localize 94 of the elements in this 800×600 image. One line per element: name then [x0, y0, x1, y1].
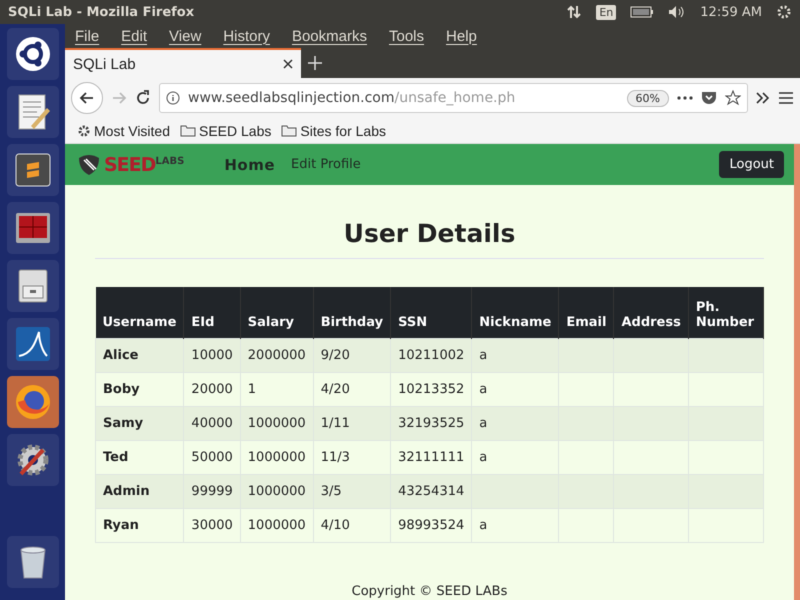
menu-item[interactable]: Tools [388, 28, 424, 44]
battery-icon [630, 6, 654, 18]
menu-icon[interactable] [778, 91, 794, 105]
nav-link[interactable]: Edit Profile [291, 157, 361, 172]
menu-item[interactable]: Help [446, 28, 477, 44]
table-cell: 50000 [184, 440, 240, 474]
column-header: Email [558, 287, 614, 338]
more-dots-icon[interactable] [677, 96, 693, 100]
table-cell: 20000 [184, 372, 240, 406]
launcher-item[interactable] [6, 28, 58, 80]
table-cell: 1000000 [240, 406, 314, 440]
menu-item[interactable]: History [223, 28, 270, 44]
launcher-item[interactable] [6, 202, 58, 254]
table-cell: 32193525 [390, 406, 472, 440]
table-cell: Boby [96, 372, 184, 406]
table-cell: 4/20 [313, 372, 391, 406]
table-cell: Samy [96, 406, 184, 440]
keyboard-layout-indicator[interactable]: En [596, 4, 616, 20]
menu-item[interactable]: Edit [121, 28, 148, 44]
table-cell: 32111111 [390, 440, 472, 474]
url-path: /unsafe_home.ph [394, 90, 516, 106]
close-icon[interactable] [283, 59, 293, 69]
launcher-item[interactable] [6, 144, 58, 196]
back-button[interactable] [71, 82, 103, 114]
bookmark-item[interactable]: Sites for Labs [281, 122, 386, 138]
nav-link[interactable]: Home [224, 156, 276, 174]
table-cell: 9/20 [313, 338, 391, 372]
table-cell: 10211002 [390, 338, 472, 372]
table-cell: 1/11 [313, 406, 391, 440]
table-cell: 2000000 [240, 338, 314, 372]
back-arrow-icon [79, 90, 95, 106]
table-cell: 98993524 [390, 508, 472, 542]
table-cell: 1000000 [240, 474, 314, 508]
table-cell: 3/5 [313, 474, 391, 508]
bookmark-item[interactable]: SEED Labs [180, 122, 272, 138]
table-cell: 10000 [184, 338, 240, 372]
column-header: Nickname [472, 287, 559, 338]
logout-button[interactable]: Logout [719, 151, 784, 178]
table-cell: a [472, 406, 559, 440]
table-cell: 10213352 [390, 372, 472, 406]
table-cell: 30000 [184, 508, 240, 542]
gear-icon [77, 124, 91, 138]
overflow-chevron-icon[interactable] [756, 92, 770, 104]
folder-icon [180, 124, 196, 137]
table-cell: 40000 [184, 406, 240, 440]
table-cell: a [472, 440, 559, 474]
table-cell: 4/10 [313, 508, 391, 542]
column-header: Ph. Number [688, 287, 764, 338]
table-cell: a [472, 508, 559, 542]
menu-item[interactable]: File [75, 28, 100, 44]
table-cell: 43254314 [390, 474, 472, 508]
menu-item[interactable]: View [169, 28, 202, 44]
table-cell: Alice [96, 338, 184, 372]
address-bar[interactable]: www.seedlabsqlinjection.com/unsafe_home.ph 60% [159, 83, 748, 113]
menu-item[interactable]: Bookmarks [292, 28, 367, 44]
table-cell: Ted [96, 440, 184, 474]
new-tab-plus-icon[interactable] [308, 56, 322, 70]
table-cell: Admin [96, 474, 184, 508]
bookmark-item[interactable]: Most Visited [77, 122, 170, 138]
table-cell: 1000000 [240, 440, 314, 474]
column-header: Username [96, 287, 184, 338]
launcher-item[interactable] [6, 318, 58, 370]
launcher-item[interactable] [6, 86, 58, 138]
table-cell: a [472, 338, 559, 372]
table-cell [558, 338, 614, 372]
launcher-item[interactable] [6, 260, 58, 312]
network-arrows-icon [566, 4, 582, 20]
pocket-icon[interactable] [701, 91, 717, 105]
folder-icon [281, 124, 298, 137]
table-cell: 1000000 [240, 508, 314, 542]
star-icon[interactable] [725, 90, 741, 106]
column-header: Salary [240, 287, 314, 338]
browser-tab[interactable]: SQLi Lab [65, 48, 301, 78]
info-icon[interactable] [166, 91, 180, 105]
page-heading: User Details [95, 219, 764, 259]
reload-icon[interactable] [135, 90, 151, 106]
launcher-item[interactable] [6, 536, 58, 588]
table-cell: 11/3 [313, 440, 391, 474]
column-header: EId [184, 287, 240, 338]
zoom-level-badge[interactable]: 60% [626, 90, 669, 106]
power-gear-icon[interactable] [776, 4, 792, 20]
clock[interactable]: 12:59 AM [700, 4, 762, 20]
window-title: SQLi Lab - Mozilla Firefox [8, 4, 196, 20]
table-cell: 99999 [184, 474, 240, 508]
table-cell: a [472, 372, 559, 406]
footer-copyright: Copyright © SEED LABs [350, 584, 508, 600]
table-cell: Ryan [96, 508, 184, 542]
column-header: SSN [390, 287, 472, 338]
column-header: Address [614, 287, 688, 338]
table-cell: 1 [240, 372, 314, 406]
volume-icon [668, 5, 686, 19]
url-host: www.seedlabsqlinjection.com [188, 90, 394, 106]
column-header: Birthday [313, 287, 391, 338]
launcher-item[interactable] [6, 434, 58, 486]
